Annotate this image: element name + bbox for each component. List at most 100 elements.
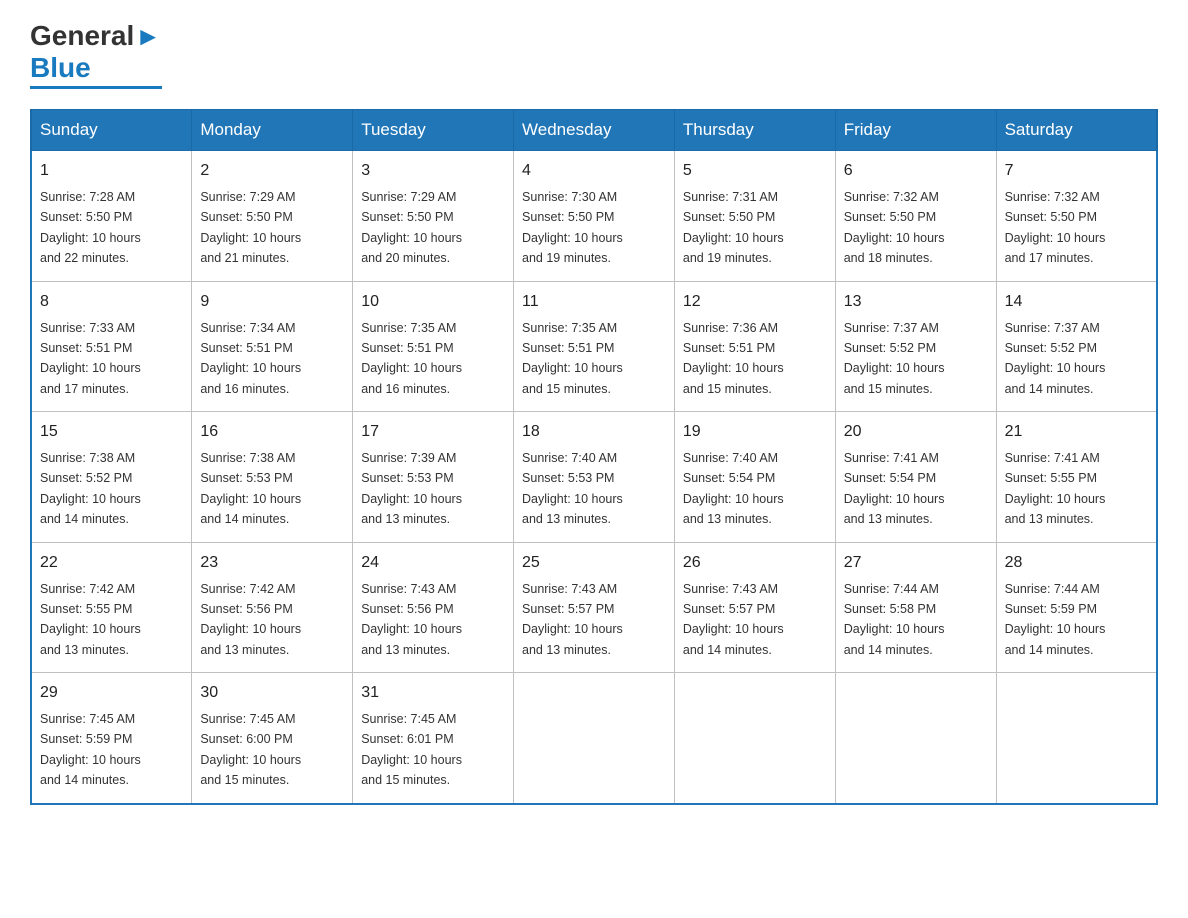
calendar-cell: 29 Sunrise: 7:45 AMSunset: 5:59 PMDayligh… xyxy=(31,673,192,804)
day-info: Sunrise: 7:43 AMSunset: 5:57 PMDaylight:… xyxy=(522,582,623,657)
day-info: Sunrise: 7:45 AMSunset: 6:01 PMDaylight:… xyxy=(361,712,462,787)
day-info: Sunrise: 7:28 AMSunset: 5:50 PMDaylight:… xyxy=(40,190,141,265)
calendar-cell: 18 Sunrise: 7:40 AMSunset: 5:53 PMDayligh… xyxy=(514,412,675,543)
day-info: Sunrise: 7:45 AMSunset: 5:59 PMDaylight:… xyxy=(40,712,141,787)
day-info: Sunrise: 7:37 AMSunset: 5:52 PMDaylight:… xyxy=(1005,321,1106,396)
logo-underline xyxy=(30,86,162,89)
day-info: Sunrise: 7:38 AMSunset: 5:52 PMDaylight:… xyxy=(40,451,141,526)
calendar-cell: 21 Sunrise: 7:41 AMSunset: 5:55 PMDayligh… xyxy=(996,412,1157,543)
day-number: 18 xyxy=(522,420,666,444)
day-info: Sunrise: 7:44 AMSunset: 5:59 PMDaylight:… xyxy=(1005,582,1106,657)
day-number: 3 xyxy=(361,159,505,183)
day-info: Sunrise: 7:33 AMSunset: 5:51 PMDaylight:… xyxy=(40,321,141,396)
day-number: 29 xyxy=(40,681,183,705)
day-info: Sunrise: 7:40 AMSunset: 5:54 PMDaylight:… xyxy=(683,451,784,526)
calendar-cell xyxy=(514,673,675,804)
day-number: 15 xyxy=(40,420,183,444)
calendar-cell: 14 Sunrise: 7:37 AMSunset: 5:52 PMDayligh… xyxy=(996,281,1157,412)
day-info: Sunrise: 7:34 AMSunset: 5:51 PMDaylight:… xyxy=(200,321,301,396)
calendar-cell: 20 Sunrise: 7:41 AMSunset: 5:54 PMDayligh… xyxy=(835,412,996,543)
day-number: 28 xyxy=(1005,551,1148,575)
logo-arrow-icon: ► xyxy=(135,21,161,52)
calendar-cell: 1Sunrise: 7:28 AMSunset: 5:50 PMDaylight… xyxy=(31,151,192,282)
calendar-cell: 19 Sunrise: 7:40 AMSunset: 5:54 PMDayligh… xyxy=(674,412,835,543)
day-info: Sunrise: 7:35 AMSunset: 5:51 PMDaylight:… xyxy=(522,321,623,396)
day-info: Sunrise: 7:30 AMSunset: 5:50 PMDaylight:… xyxy=(522,190,623,265)
day-number: 22 xyxy=(40,551,183,575)
day-info: Sunrise: 7:42 AMSunset: 5:56 PMDaylight:… xyxy=(200,582,301,657)
day-info: Sunrise: 7:36 AMSunset: 5:51 PMDaylight:… xyxy=(683,321,784,396)
calendar-body: 1Sunrise: 7:28 AMSunset: 5:50 PMDaylight… xyxy=(31,151,1157,804)
calendar-cell: 10Sunrise: 7:35 AMSunset: 5:51 PMDayligh… xyxy=(353,281,514,412)
calendar-cell: 2Sunrise: 7:29 AMSunset: 5:50 PMDaylight… xyxy=(192,151,353,282)
calendar-week-row: 29 Sunrise: 7:45 AMSunset: 5:59 PMDayligh… xyxy=(31,673,1157,804)
calendar-week-row: 22 Sunrise: 7:42 AMSunset: 5:55 PMDayligh… xyxy=(31,542,1157,673)
day-number: 30 xyxy=(200,681,344,705)
day-number: 26 xyxy=(683,551,827,575)
day-info: Sunrise: 7:41 AMSunset: 5:54 PMDaylight:… xyxy=(844,451,945,526)
day-number: 17 xyxy=(361,420,505,444)
calendar-cell xyxy=(835,673,996,804)
day-number: 27 xyxy=(844,551,988,575)
day-number: 14 xyxy=(1005,290,1148,314)
day-info: Sunrise: 7:43 AMSunset: 5:57 PMDaylight:… xyxy=(683,582,784,657)
calendar-cell: 8 Sunrise: 7:33 AMSunset: 5:51 PMDaylight… xyxy=(31,281,192,412)
calendar-cell: 24Sunrise: 7:43 AMSunset: 5:56 PMDayligh… xyxy=(353,542,514,673)
day-number: 21 xyxy=(1005,420,1148,444)
day-info: Sunrise: 7:41 AMSunset: 5:55 PMDaylight:… xyxy=(1005,451,1106,526)
day-number: 6 xyxy=(844,159,988,183)
calendar-cell: 27 Sunrise: 7:44 AMSunset: 5:58 PMDayligh… xyxy=(835,542,996,673)
calendar-cell: 13Sunrise: 7:37 AMSunset: 5:52 PMDayligh… xyxy=(835,281,996,412)
day-info: Sunrise: 7:40 AMSunset: 5:53 PMDaylight:… xyxy=(522,451,623,526)
calendar-week-row: 8 Sunrise: 7:33 AMSunset: 5:51 PMDaylight… xyxy=(31,281,1157,412)
logo: General ► Blue xyxy=(30,20,162,89)
day-info: Sunrise: 7:42 AMSunset: 5:55 PMDaylight:… xyxy=(40,582,141,657)
weekday-header-wednesday: Wednesday xyxy=(514,110,675,151)
day-number: 20 xyxy=(844,420,988,444)
calendar-cell: 11Sunrise: 7:35 AMSunset: 5:51 PMDayligh… xyxy=(514,281,675,412)
calendar-cell: 25Sunrise: 7:43 AMSunset: 5:57 PMDayligh… xyxy=(514,542,675,673)
calendar-cell: 28 Sunrise: 7:44 AMSunset: 5:59 PMDayligh… xyxy=(996,542,1157,673)
calendar-cell: 23 Sunrise: 7:42 AMSunset: 5:56 PMDayligh… xyxy=(192,542,353,673)
weekday-header-monday: Monday xyxy=(192,110,353,151)
calendar-cell: 12 Sunrise: 7:36 AMSunset: 5:51 PMDayligh… xyxy=(674,281,835,412)
calendar-cell: 3 Sunrise: 7:29 AMSunset: 5:50 PMDaylight… xyxy=(353,151,514,282)
weekday-header-row: SundayMondayTuesdayWednesdayThursdayFrid… xyxy=(31,110,1157,151)
day-number: 31 xyxy=(361,681,505,705)
calendar-cell: 17 Sunrise: 7:39 AMSunset: 5:53 PMDayligh… xyxy=(353,412,514,543)
day-info: Sunrise: 7:35 AMSunset: 5:51 PMDaylight:… xyxy=(361,321,462,396)
day-number: 12 xyxy=(683,290,827,314)
calendar-cell: 16Sunrise: 7:38 AMSunset: 5:53 PMDayligh… xyxy=(192,412,353,543)
day-number: 5 xyxy=(683,159,827,183)
calendar-cell: 6 Sunrise: 7:32 AMSunset: 5:50 PMDaylight… xyxy=(835,151,996,282)
calendar-cell: 15 Sunrise: 7:38 AMSunset: 5:52 PMDayligh… xyxy=(31,412,192,543)
calendar-cell: 30Sunrise: 7:45 AMSunset: 6:00 PMDayligh… xyxy=(192,673,353,804)
weekday-header-thursday: Thursday xyxy=(674,110,835,151)
weekday-header-saturday: Saturday xyxy=(996,110,1157,151)
day-info: Sunrise: 7:29 AMSunset: 5:50 PMDaylight:… xyxy=(200,190,301,265)
day-number: 9 xyxy=(200,290,344,314)
day-info: Sunrise: 7:32 AMSunset: 5:50 PMDaylight:… xyxy=(844,190,945,265)
day-info: Sunrise: 7:32 AMSunset: 5:50 PMDaylight:… xyxy=(1005,190,1106,265)
day-number: 4 xyxy=(522,159,666,183)
logo-general-text: General xyxy=(30,20,134,52)
day-info: Sunrise: 7:43 AMSunset: 5:56 PMDaylight:… xyxy=(361,582,462,657)
day-info: Sunrise: 7:39 AMSunset: 5:53 PMDaylight:… xyxy=(361,451,462,526)
day-info: Sunrise: 7:29 AMSunset: 5:50 PMDaylight:… xyxy=(361,190,462,265)
calendar-cell xyxy=(674,673,835,804)
calendar-cell: 5 Sunrise: 7:31 AMSunset: 5:50 PMDaylight… xyxy=(674,151,835,282)
day-info: Sunrise: 7:38 AMSunset: 5:53 PMDaylight:… xyxy=(200,451,301,526)
weekday-header-tuesday: Tuesday xyxy=(353,110,514,151)
calendar-cell xyxy=(996,673,1157,804)
calendar-cell: 4 Sunrise: 7:30 AMSunset: 5:50 PMDaylight… xyxy=(514,151,675,282)
day-number: 7 xyxy=(1005,159,1148,183)
day-info: Sunrise: 7:31 AMSunset: 5:50 PMDaylight:… xyxy=(683,190,784,265)
calendar-cell: 7 Sunrise: 7:32 AMSunset: 5:50 PMDaylight… xyxy=(996,151,1157,282)
calendar-cell: 22 Sunrise: 7:42 AMSunset: 5:55 PMDayligh… xyxy=(31,542,192,673)
logo-blue-text: Blue xyxy=(30,52,91,84)
calendar-cell: 9 Sunrise: 7:34 AMSunset: 5:51 PMDaylight… xyxy=(192,281,353,412)
day-info: Sunrise: 7:44 AMSunset: 5:58 PMDaylight:… xyxy=(844,582,945,657)
day-number: 23 xyxy=(200,551,344,575)
day-number: 8 xyxy=(40,290,183,314)
day-number: 19 xyxy=(683,420,827,444)
